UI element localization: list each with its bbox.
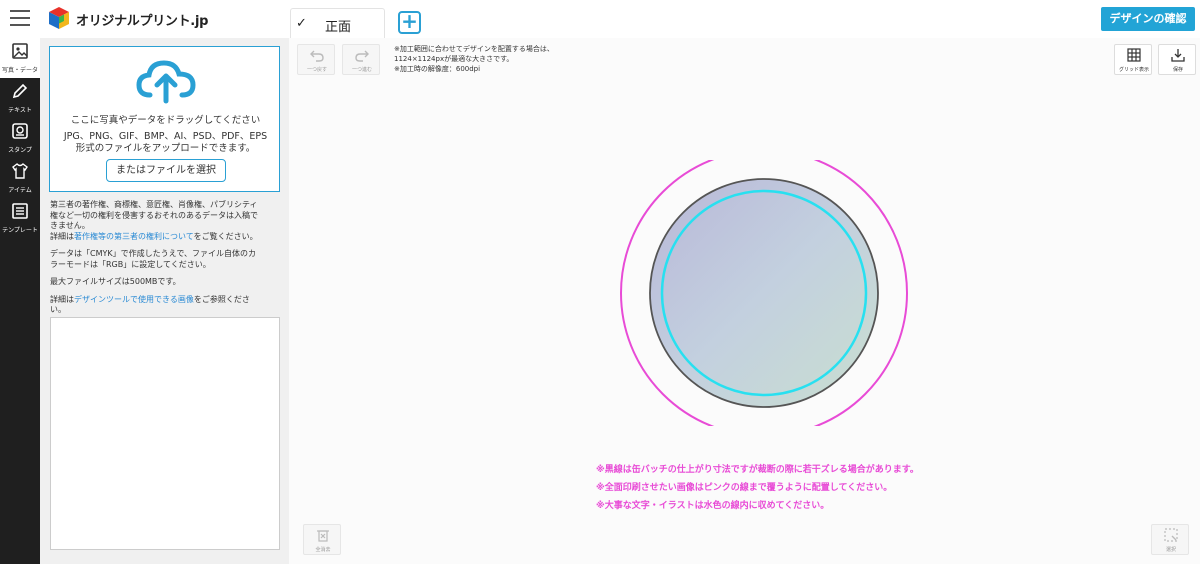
tab-front-label: 正面 <box>325 20 352 35</box>
logo-cube-icon <box>49 7 69 29</box>
undo-label: 一つ戻す <box>306 67 327 73</box>
add-tab-button[interactable]: + <box>398 11 421 34</box>
note-text: い。 <box>50 305 66 314</box>
pen-icon <box>12 83 28 99</box>
tshirt-icon <box>12 163 28 179</box>
app-header: オリジナルプリント.jp ✓ 正面 + デザインの確認 <box>0 0 1200 38</box>
info-line: 1124×1124pxが最適な大きさです。 <box>394 55 514 63</box>
grid-icon <box>1127 48 1141 62</box>
design-canvas-area: 一つ戻す 一つ進む ※加工範囲に合わせてデザインを配置する場合は、 1124×1… <box>289 38 1200 564</box>
info-line: ※加工範囲に合わせてデザインを配置する場合は、 <box>394 45 554 53</box>
cloud-upload-icon <box>136 60 196 104</box>
nav-item-label: スタンプ <box>8 147 32 154</box>
upload-text: 形式のファイルをアップロードできます。 <box>75 143 256 154</box>
redo-button[interactable]: 一つ進む <box>342 44 380 75</box>
copyright-link[interactable]: 著作権等の第三者の権利について <box>74 232 194 241</box>
select-label: 選択 <box>1165 547 1176 553</box>
nav-item-photo-data[interactable]: 写真・データ <box>0 38 40 78</box>
guide-warnings: ※黒線は缶バッチの仕上がり寸法ですが裁断の際に若干ズレる場合があります。 ※全面… <box>596 461 919 515</box>
warning-line: ※黒線は缶バッチの仕上がり寸法ですが裁断の際に若干ズレる場合があります。 <box>596 465 919 475</box>
redo-icon <box>355 50 369 62</box>
note-text: 最大ファイルサイズは500MBです。 <box>50 277 181 286</box>
nav-item-label: 写真・データ <box>1 67 38 74</box>
save-label: 保存 <box>1172 67 1183 73</box>
nav-item-label: テンプレート <box>2 227 38 234</box>
badge-template[interactable] <box>619 160 909 426</box>
check-icon: ✓ <box>296 16 307 31</box>
badge-body <box>649 178 879 408</box>
note-text: をご覧ください。 <box>193 231 258 241</box>
select-tool-button[interactable]: 選択 <box>1151 524 1189 555</box>
undo-button[interactable]: 一つ戻す <box>297 44 335 75</box>
note-text: 権など一切の権利を侵害するおそれのあるデータは入稿で <box>50 210 258 220</box>
usable-images-link[interactable]: デザインツールで使用できる画像 <box>74 295 194 304</box>
tab-front[interactable]: ✓ 正面 <box>290 8 385 38</box>
note-text: 詳細は <box>50 231 74 241</box>
select-box-icon <box>1164 528 1178 542</box>
info-line: ※加工時の解像度：600dpi <box>394 65 481 73</box>
clear-all-button[interactable]: 全消去 <box>303 524 341 555</box>
redo-label: 一つ進む <box>351 67 372 73</box>
note-text: 詳細は <box>50 294 74 304</box>
trash-icon <box>317 530 329 542</box>
grid-label: グリッド表示 <box>1118 67 1149 73</box>
nav-item-item[interactable]: アイテム <box>0 158 40 198</box>
note-text: 第三者の著作権、商標権、意匠権、肖像権、パブリシティ <box>50 200 258 209</box>
hamburger-menu-icon[interactable] <box>10 10 30 26</box>
upload-dropzone[interactable]: ここに写真やデータをドラッグしてください JPG、PNG、GIF、BMP、AI、… <box>49 46 280 192</box>
upload-notes: 第三者の著作権、商標権、意匠権、肖像権、パブリシティ 権など一切の権利を侵害する… <box>50 200 280 323</box>
nav-item-stamp[interactable]: スタンプ <box>0 118 40 158</box>
download-icon <box>1171 49 1185 62</box>
image-icon <box>12 43 28 59</box>
drag-instruction: ここに写真やデータをドラッグしてください <box>70 115 261 126</box>
upload-panel: ここに写真やデータをドラッグしてください JPG、PNG、GIF、BMP、AI、… <box>40 38 289 564</box>
nav-item-template[interactable]: テンプレート <box>0 198 40 238</box>
save-button[interactable]: 保存 <box>1158 44 1196 75</box>
nav-item-text[interactable]: テキスト <box>0 78 40 118</box>
warning-line: ※大事な文字・イラストは水色の線内に収めてください。 <box>596 501 830 511</box>
uploaded-file-list[interactable] <box>50 317 280 550</box>
logo-text[interactable]: オリジナルプリント.jp <box>76 10 208 29</box>
grid-toggle-button[interactable]: グリッド表示 <box>1114 44 1152 75</box>
design-info: ※加工範囲に合わせてデザインを配置する場合は、 1124×1124pxが最適な大… <box>394 44 554 74</box>
note-text: ラーモードは「RGB」に設定してください。 <box>50 259 211 269</box>
note-text: をご参照くださ <box>193 294 250 304</box>
note-text: データは「CMYK」で作成したうえで、ファイル自体のカ <box>50 249 257 258</box>
note-text: きません。 <box>50 221 90 230</box>
nav-item-label: アイテム <box>8 187 32 194</box>
warning-line: ※全面印刷させたい画像はピンクの線まで覆うように配置してください。 <box>596 483 893 493</box>
left-nav: 写真・データ テキスト スタンプ アイテム テンプレート <box>0 38 40 564</box>
design-confirm-button[interactable]: デザインの確認 <box>1101 7 1195 31</box>
select-file-button[interactable]: またはファイルを選択 <box>106 159 226 182</box>
nav-item-label: テキスト <box>8 107 32 114</box>
undo-icon <box>310 50 324 62</box>
clear-all-label: 全消去 <box>315 547 331 553</box>
stamp-icon <box>12 123 28 139</box>
list-icon <box>12 203 28 219</box>
